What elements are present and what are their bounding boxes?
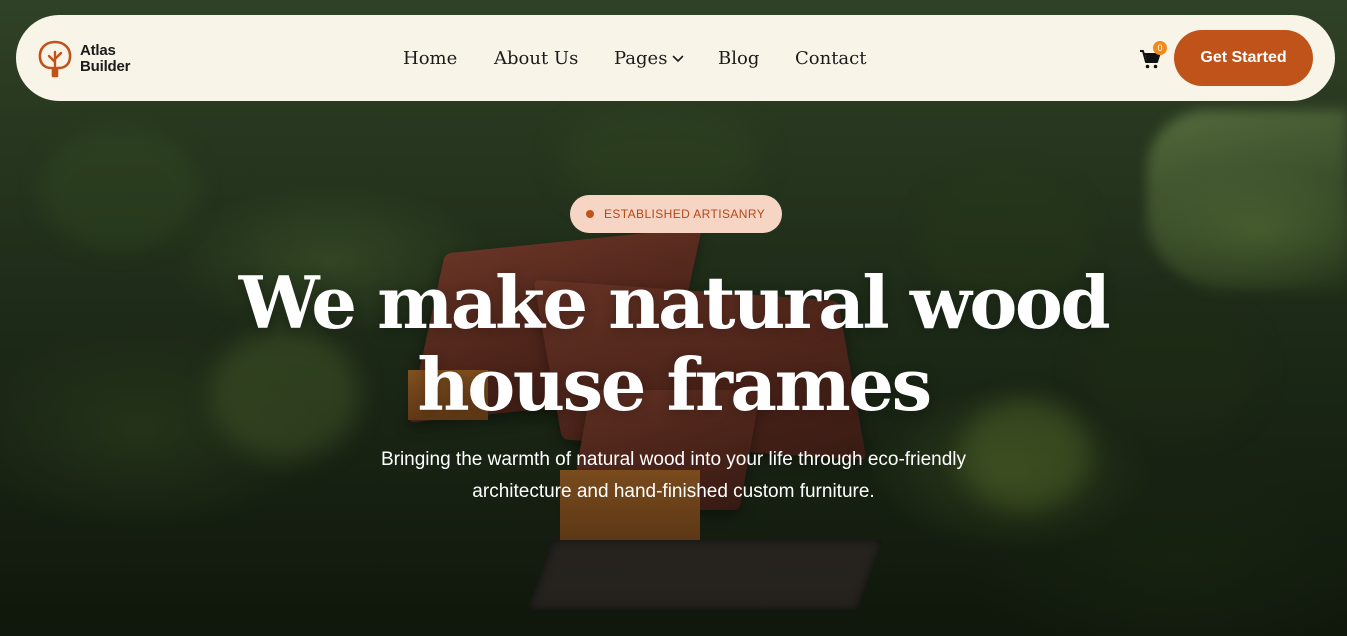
hero-headline-line2: house frames (417, 342, 932, 427)
tree-icon (38, 40, 72, 78)
brand-name: Atlas Builder (80, 43, 130, 75)
chevron-down-icon (673, 55, 684, 62)
nav-link-pages[interactable]: Pages (614, 46, 718, 70)
hero-subtitle-line2: architecture and hand-finished custom fu… (472, 481, 875, 502)
hero-subtitle: Bringing the warmth of natural wood into… (330, 444, 1017, 508)
badge-dot-icon (586, 210, 594, 218)
hero-subtitle-line1: Bringing the warmth of natural wood into… (380, 449, 967, 470)
nav-link-blog[interactable]: Blog (718, 46, 795, 70)
brand-name-line1: Atlas (80, 42, 116, 59)
brand-name-line2: Builder (80, 58, 131, 75)
nav-link-home[interactable]: Home (403, 46, 494, 70)
main-menu: Home About Us Pages Blog Contact (403, 46, 885, 70)
brand-logo[interactable]: Atlas Builder (37, 40, 157, 78)
cart-count-badge: 0 (1153, 41, 1167, 55)
get-started-button[interactable]: Get Started (1174, 30, 1313, 86)
hero-headline: We make natural wood house frames (200, 262, 1147, 426)
badge-label: ESTABLISHED ARTISANRY (604, 207, 766, 221)
nav-link-about-us[interactable]: About Us (494, 46, 614, 70)
hero-headline-line1: We make natural wood (238, 260, 1111, 345)
established-artisanry-badge: ESTABLISHED ARTISANRY (570, 195, 782, 233)
nav-link-contact[interactable]: Contact (795, 46, 885, 70)
nav-link-pages-label: Pages (614, 47, 668, 69)
navigation-bar: Atlas Builder Home About Us Pages Blog C… (16, 15, 1335, 101)
